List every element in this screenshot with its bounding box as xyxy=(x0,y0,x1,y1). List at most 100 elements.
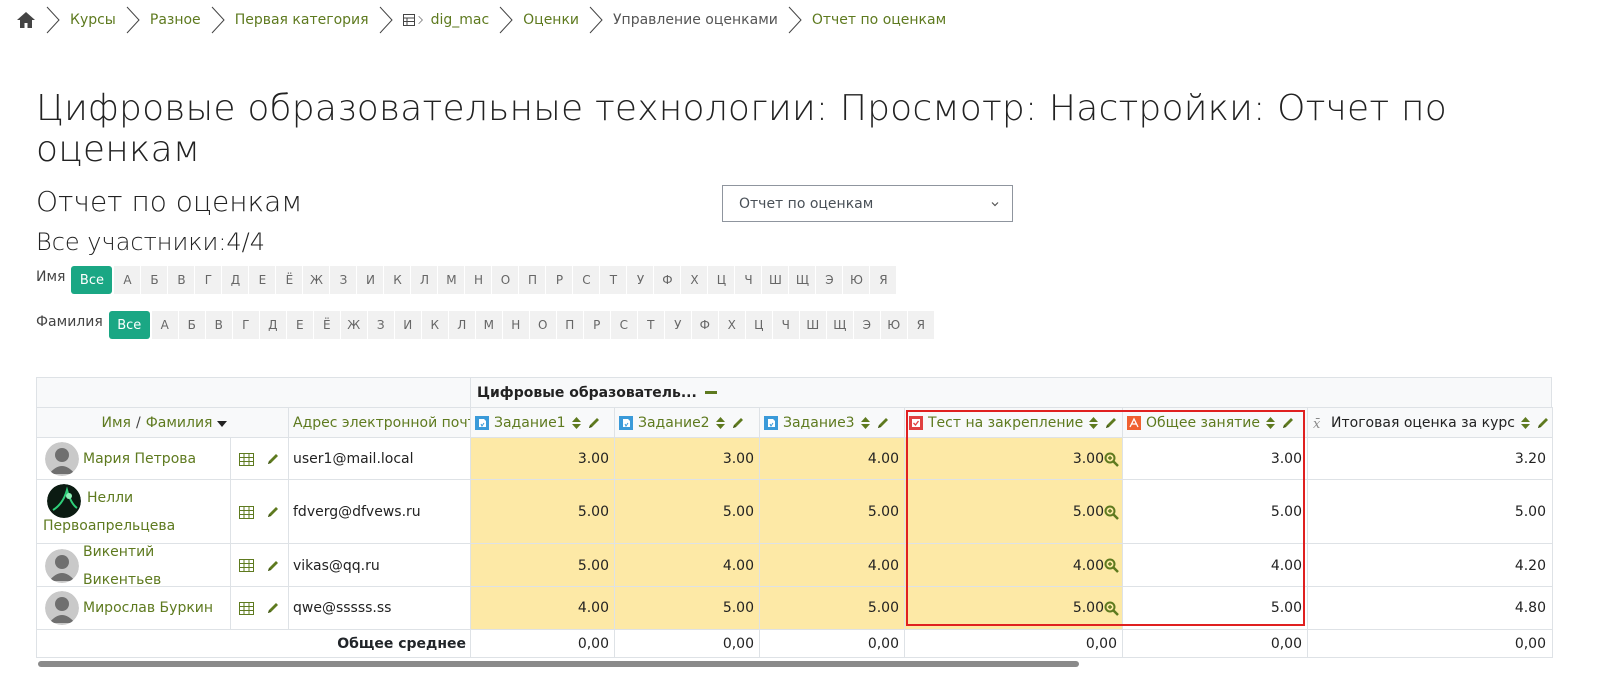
avatar[interactable] xyxy=(45,548,79,583)
lastname-initial-letter[interactable]: К xyxy=(421,311,449,339)
grade-cell[interactable]: 4.20 xyxy=(1307,543,1553,588)
grade-cell[interactable]: 4.00 xyxy=(470,586,616,630)
firstname-initial-letter[interactable]: Ч xyxy=(735,266,763,294)
sort-icon[interactable] xyxy=(1088,416,1099,430)
user-name-link[interactable]: Мирослав Буркин xyxy=(83,594,213,622)
sort-by-firstname[interactable]: Имя xyxy=(102,415,131,431)
firstname-initial-all[interactable]: Все xyxy=(71,266,113,294)
grade-cell[interactable]: 4.00 xyxy=(1122,543,1309,588)
grade-cell[interactable]: 5.00 xyxy=(1122,479,1309,545)
lastname-initial-letter[interactable]: С xyxy=(610,311,638,339)
lastname-initial-letter[interactable]: Х xyxy=(718,311,746,339)
firstname-initial-letter[interactable]: С xyxy=(573,266,601,294)
lastname-initial-letter[interactable]: А xyxy=(151,311,179,339)
firstname-initial-letter[interactable]: Б xyxy=(141,266,169,294)
lastname-initial-letter[interactable]: Д xyxy=(259,311,287,339)
firstname-initial-letter[interactable]: Л xyxy=(411,266,439,294)
firstname-initial-letter[interactable]: Х xyxy=(681,266,709,294)
firstname-initial-letter[interactable]: З xyxy=(330,266,358,294)
grade-cell[interactable]: 5.00 xyxy=(614,586,761,630)
grade-item-name[interactable]: Задание2 xyxy=(638,415,710,431)
lastname-initial-letter[interactable]: О xyxy=(529,311,557,339)
grade-cell[interactable]: 3.20 xyxy=(1307,437,1553,481)
grade-item-name[interactable]: Задание1 xyxy=(494,415,566,431)
edit-pencil-icon[interactable] xyxy=(266,452,280,466)
lastname-initial-letter[interactable]: В xyxy=(205,311,233,339)
breadcrumb-item-courses[interactable]: Курсы xyxy=(36,6,116,34)
zoom-in-icon[interactable] xyxy=(1104,505,1119,520)
grade-cell[interactable]: 4.00 xyxy=(759,437,906,481)
lastname-initial-letter[interactable]: М xyxy=(475,311,503,339)
lastname-initial-letter[interactable]: Р xyxy=(583,311,611,339)
lastname-initial-letter[interactable]: З xyxy=(367,311,395,339)
user-name-link[interactable]: Первоапрельцева xyxy=(43,512,175,540)
grade-table-icon[interactable] xyxy=(239,505,254,519)
firstname-initial-letter[interactable]: Ц xyxy=(708,266,736,294)
breadcrumb-item-grader-report[interactable]: Отчет по оценкам xyxy=(778,6,946,34)
firstname-initial-letter[interactable]: Ё xyxy=(276,266,304,294)
lastname-initial-letter[interactable]: Е xyxy=(286,311,314,339)
lastname-initial-letter[interactable]: Ч xyxy=(772,311,800,339)
grade-cell[interactable]: 5.00 xyxy=(1122,586,1309,630)
grade-item-name[interactable]: Итоговая оценка за курс xyxy=(1331,415,1515,431)
edit-pencil-icon[interactable] xyxy=(1536,416,1550,430)
sort-desc-icon[interactable] xyxy=(217,418,228,428)
sort-icon[interactable] xyxy=(1265,416,1276,430)
lastname-initial-all[interactable]: Все xyxy=(108,311,150,339)
firstname-initial-letter[interactable]: В xyxy=(168,266,196,294)
breadcrumb-label[interactable]: dig_mac xyxy=(431,12,490,28)
lastname-initial-letter[interactable]: Б xyxy=(178,311,206,339)
firstname-initial-letter[interactable]: Ф xyxy=(654,266,682,294)
lastname-initial-letter[interactable]: Г xyxy=(232,311,260,339)
firstname-initial-letter[interactable]: О xyxy=(492,266,520,294)
firstname-initial-letter[interactable]: Н xyxy=(465,266,493,294)
lastname-initial-letter[interactable]: Щ xyxy=(826,311,854,339)
firstname-initial-letter[interactable]: Э xyxy=(816,266,844,294)
avatar[interactable] xyxy=(45,442,79,476)
zoom-in-icon[interactable] xyxy=(1104,558,1119,573)
grade-table-icon[interactable] xyxy=(239,452,254,466)
firstname-initial-letter[interactable]: И xyxy=(357,266,385,294)
breadcrumb-item-category[interactable]: Первая категория xyxy=(201,6,369,34)
avatar[interactable] xyxy=(45,591,79,625)
lastname-initial-letter[interactable]: Н xyxy=(502,311,530,339)
lastname-initial-letter[interactable]: И xyxy=(394,311,422,339)
grade-cell[interactable]: 5.00 xyxy=(904,479,1124,545)
lastname-initial-letter[interactable]: Я xyxy=(907,311,935,339)
grade-cell[interactable]: 5.00 xyxy=(470,543,616,588)
category-title[interactable]: Цифровые образователь... xyxy=(477,385,697,401)
grade-cell[interactable]: 3.00 xyxy=(904,437,1124,481)
grade-cell[interactable]: 5.00 xyxy=(759,586,906,630)
breadcrumb-item-grades[interactable]: Оценки xyxy=(489,6,579,34)
breadcrumb-label[interactable]: Курсы xyxy=(70,12,116,28)
scrollbar-thumb[interactable] xyxy=(38,661,1079,667)
firstname-initial-letter[interactable]: Р xyxy=(546,266,574,294)
grade-item-name[interactable]: Задание3 xyxy=(783,415,855,431)
sort-icon[interactable] xyxy=(571,416,582,430)
edit-pencil-icon[interactable] xyxy=(876,416,890,430)
firstname-initial-letter[interactable]: Г xyxy=(195,266,223,294)
breadcrumb-label[interactable]: Первая категория xyxy=(235,12,369,28)
collapse-category-icon[interactable] xyxy=(704,391,717,394)
edit-pencil-icon[interactable] xyxy=(266,505,280,519)
grade-item-name[interactable]: Общее занятие xyxy=(1146,415,1260,431)
email-header-link[interactable]: Адрес электронной почты xyxy=(293,415,487,431)
grade-table-icon[interactable] xyxy=(239,559,254,572)
grade-cell[interactable]: 5.00 xyxy=(470,479,616,545)
breadcrumb-label[interactable]: Оценки xyxy=(523,12,579,28)
grade-cell[interactable]: 5.00 xyxy=(1307,479,1553,545)
firstname-initial-letter[interactable]: Ш xyxy=(762,266,790,294)
firstname-initial-letter[interactable]: Д xyxy=(222,266,250,294)
grade-cell[interactable]: 4.80 xyxy=(1307,586,1553,630)
firstname-initial-letter[interactable]: Я xyxy=(870,266,898,294)
breadcrumb-label[interactable]: Разное xyxy=(150,12,201,28)
edit-pencil-icon[interactable] xyxy=(731,416,745,430)
lastname-initial-letter[interactable]: Л xyxy=(448,311,476,339)
firstname-initial-letter[interactable]: Т xyxy=(600,266,628,294)
lastname-initial-letter[interactable]: Ю xyxy=(880,311,908,339)
edit-pencil-icon[interactable] xyxy=(266,601,280,615)
grade-table-icon[interactable] xyxy=(239,601,254,615)
lastname-initial-letter[interactable]: П xyxy=(556,311,584,339)
lastname-initial-letter[interactable]: Ж xyxy=(340,311,368,339)
user-name-link[interactable]: Нелли xyxy=(87,484,133,512)
